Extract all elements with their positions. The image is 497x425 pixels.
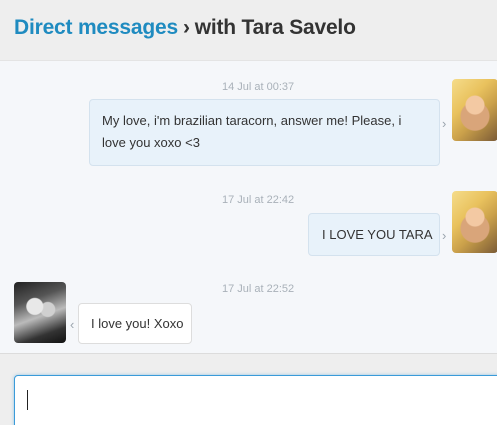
received-arrow-icon: ‹ — [70, 317, 75, 332]
sender-avatar[interactable] — [452, 191, 497, 253]
message-timestamp: 17 Jul at 22:52 — [222, 283, 295, 295]
sent-message-bubble: My love, i'm brazilian taracorn, answer … — [89, 99, 440, 166]
sent-message-bubble: I LOVE YOU TARA — [308, 213, 440, 256]
conversation-title: with Tara Savelo — [194, 16, 356, 39]
sender-avatar[interactable] — [452, 79, 497, 141]
message-text: I love you! Xoxo — [91, 316, 184, 331]
message-thread[interactable]: 14 Jul at 00:37 My love, i'm brazilian t… — [0, 61, 497, 353]
breadcrumb: Direct messages › with Tara Savelo — [14, 16, 356, 40]
dm-page: Direct messages › with Tara Savelo 14 Jul … — [0, 0, 497, 425]
message-text: My love, i'm brazilian taracorn, answer … — [102, 113, 402, 150]
message-input[interactable] — [14, 375, 497, 425]
message-timestamp: 17 Jul at 22:42 — [222, 194, 295, 206]
sent-arrow-icon: › — [442, 116, 447, 131]
received-message-bubble: I love you! Xoxo — [78, 303, 192, 344]
breadcrumb-direct-messages-link[interactable]: Direct messages — [14, 16, 178, 39]
message-timestamp: 14 Jul at 00:37 — [222, 81, 295, 93]
conversation-header: Direct messages › with Tara Savelo — [0, 0, 497, 61]
message-text: I LOVE YOU TARA — [322, 227, 433, 242]
recipient-avatar[interactable] — [14, 282, 66, 343]
breadcrumb-separator: › — [182, 16, 190, 39]
text-caret — [27, 390, 28, 410]
sent-arrow-icon: › — [442, 228, 447, 243]
